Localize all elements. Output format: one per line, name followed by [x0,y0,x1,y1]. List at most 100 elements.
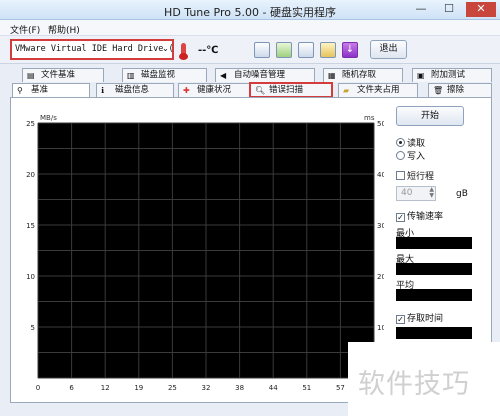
info-icon: ℹ [101,86,105,95]
chevron-down-icon: ⌄ [161,44,169,54]
watermark: 软件技巧 [348,342,500,416]
maximize-button[interactable]: ☐ [438,2,460,17]
y-tick-label: 15 [26,222,35,230]
max-value-box [396,263,472,275]
drive-select-value: VMware Virtual IDE Hard Drive (64 [15,44,174,54]
write-radio[interactable] [396,151,405,160]
write-label: 写入 [407,152,426,162]
drive-select[interactable]: VMware Virtual IDE Hard Drive (64 ⌄ [10,39,174,60]
short-stroke-unit: gB [456,189,468,199]
tab-label: 附加测试 [431,70,466,80]
y-tick-label: 20 [26,171,35,179]
x-tick-label: 25 [168,384,177,392]
read-option[interactable]: 读取 [396,138,425,150]
random-access-icon: ▦ [328,71,336,80]
options-icon[interactable] [320,42,336,58]
tab-random-access[interactable]: ▦ 随机存取 [323,68,403,82]
magnifier-icon: 🔍︎ [255,86,266,95]
tab-disk-info[interactable]: ℹ 磁盘信息 [96,83,174,97]
min-value-box [396,237,472,249]
chart-svg: MB/s ms 25 20 15 10 5 50 40 30 20 10 0 6 12 19 25 32 38 44 5… [26,114,384,392]
x-tick-label: 44 [269,384,278,392]
tab-extra-tests[interactable]: ▣ 附加测试 [412,68,492,82]
disk-monitor-icon: ▥ [127,71,135,80]
tab-label: 自动噪音管理 [234,70,286,80]
tab-label: 错误扫描 [269,85,304,95]
short-stroke-value: 40 [401,188,413,198]
menu-help[interactable]: 帮助(H) [48,23,80,36]
tab-label: 文件夹占用 [357,85,400,95]
spinner-arrows-icon: ▲ ▼ [429,186,434,199]
tab-label: 健康状况 [197,85,232,95]
tabs-bottom-row: ⚲ 基准 ℹ 磁盘信息 ✚ 健康状况 🔍︎ 错误扫描 ▰ 文件夹占用 🗑︎ 擦除 [10,82,492,98]
short-stroke-checkbox[interactable] [396,171,405,180]
x-tick-label: 38 [235,384,244,392]
folder-icon: ▰ [343,86,350,95]
watermark-text: 软件技巧 [358,369,470,400]
thermometer-icon [179,43,188,60]
short-stroke-label: 短行程 [407,172,435,182]
x-tick-label: 57 [336,384,345,392]
write-option[interactable]: 写入 [396,151,425,163]
transfer-rate-label: 传输速率 [407,212,444,222]
read-radio[interactable] [396,138,405,147]
short-stroke-option[interactable]: 短行程 [396,171,434,183]
y2-unit-label: ms [364,114,375,122]
download-icon[interactable]: ↓ [342,42,358,58]
extra-tests-icon: ▣ [417,71,425,80]
transfer-rate-checkbox[interactable]: ✓ [396,213,405,222]
tab-health[interactable]: ✚ 健康状况 [178,83,256,97]
copy-screenshot-icon[interactable] [276,42,292,58]
access-time-option[interactable]: ✓ 存取时间 [396,314,443,325]
x-tick-label: 12 [101,384,110,392]
y-tick-label: 10 [26,273,35,281]
toolbar: VMware Virtual IDE Hard Drive (64 ⌄ --℃ … [0,36,500,64]
x-tick-label: 6 [69,384,74,392]
tab-erase[interactable]: 🗑︎ 擦除 [428,83,492,97]
short-stroke-spinner[interactable]: 40 ▲ ▼ [396,186,436,201]
save-icon[interactable] [298,42,314,58]
tab-error-scan[interactable]: 🔍︎ 错误扫描 [249,82,333,98]
close-button[interactable]: ✕ [466,2,496,17]
y-tick-label: 25 [26,120,35,128]
x-tick-label: 0 [36,384,40,392]
tab-label: 文件基准 [41,70,76,80]
trash-icon: 🗑︎ [433,86,444,95]
access-time-checkbox[interactable]: ✓ [396,315,405,324]
tab-disk-monitor[interactable]: ▥ 磁盘监视 [122,68,207,82]
x-tick-label: 51 [302,384,311,392]
menu-bar: 文件(F) 帮助(H) [0,20,500,36]
y-tick-label: 5 [31,324,35,332]
copy-text-icon[interactable] [254,42,270,58]
y2-tick-label: 30 [377,222,384,230]
y2-tick-label: 50 [377,120,384,128]
access-time-value-box [396,327,472,339]
tab-folder-usage[interactable]: ▰ 文件夹占用 [338,83,418,97]
exit-button[interactable]: 退出 [370,40,407,59]
benchmark-chart: MB/s ms 25 20 15 10 5 50 40 30 20 10 0 6 12 19 25 32 38 44 5… [12,107,384,397]
x-tick-label: 19 [134,384,143,392]
start-button[interactable]: 开始 [396,106,464,126]
x-tick-label: 32 [202,384,211,392]
temperature-readout: --℃ [198,45,219,56]
benchmark-icon: ⚲ [17,86,23,95]
tab-label: 磁盘监视 [141,70,176,80]
health-icon: ✚ [183,86,190,95]
tab-label: 基准 [31,85,49,95]
transfer-rate-option[interactable]: ✓ 传输速率 [396,212,443,223]
tab-benchmark[interactable]: ⚲ 基准 [12,83,90,97]
tab-noise-management[interactable]: ◀ 自动噪音管理 [215,68,315,82]
tab-file-benchmark[interactable]: ▤ 文件基准 [22,68,104,82]
tab-label: 磁盘信息 [115,85,150,95]
avg-value-box [396,289,472,301]
minimize-button[interactable]: — [410,2,432,17]
menu-file[interactable]: 文件(F) [10,23,40,36]
access-time-label: 存取时间 [407,314,444,324]
y2-tick-label: 40 [377,171,384,179]
tab-label: 随机存取 [342,70,377,80]
y2-tick-label: 20 [377,273,384,281]
title-bar: HD Tune Pro 5.00 - 硬盘实用程序 — ☐ ✕ [0,0,500,20]
y-unit-label: MB/s [40,114,57,122]
tab-label: 擦除 [447,85,465,95]
speaker-icon: ◀ [220,71,227,80]
